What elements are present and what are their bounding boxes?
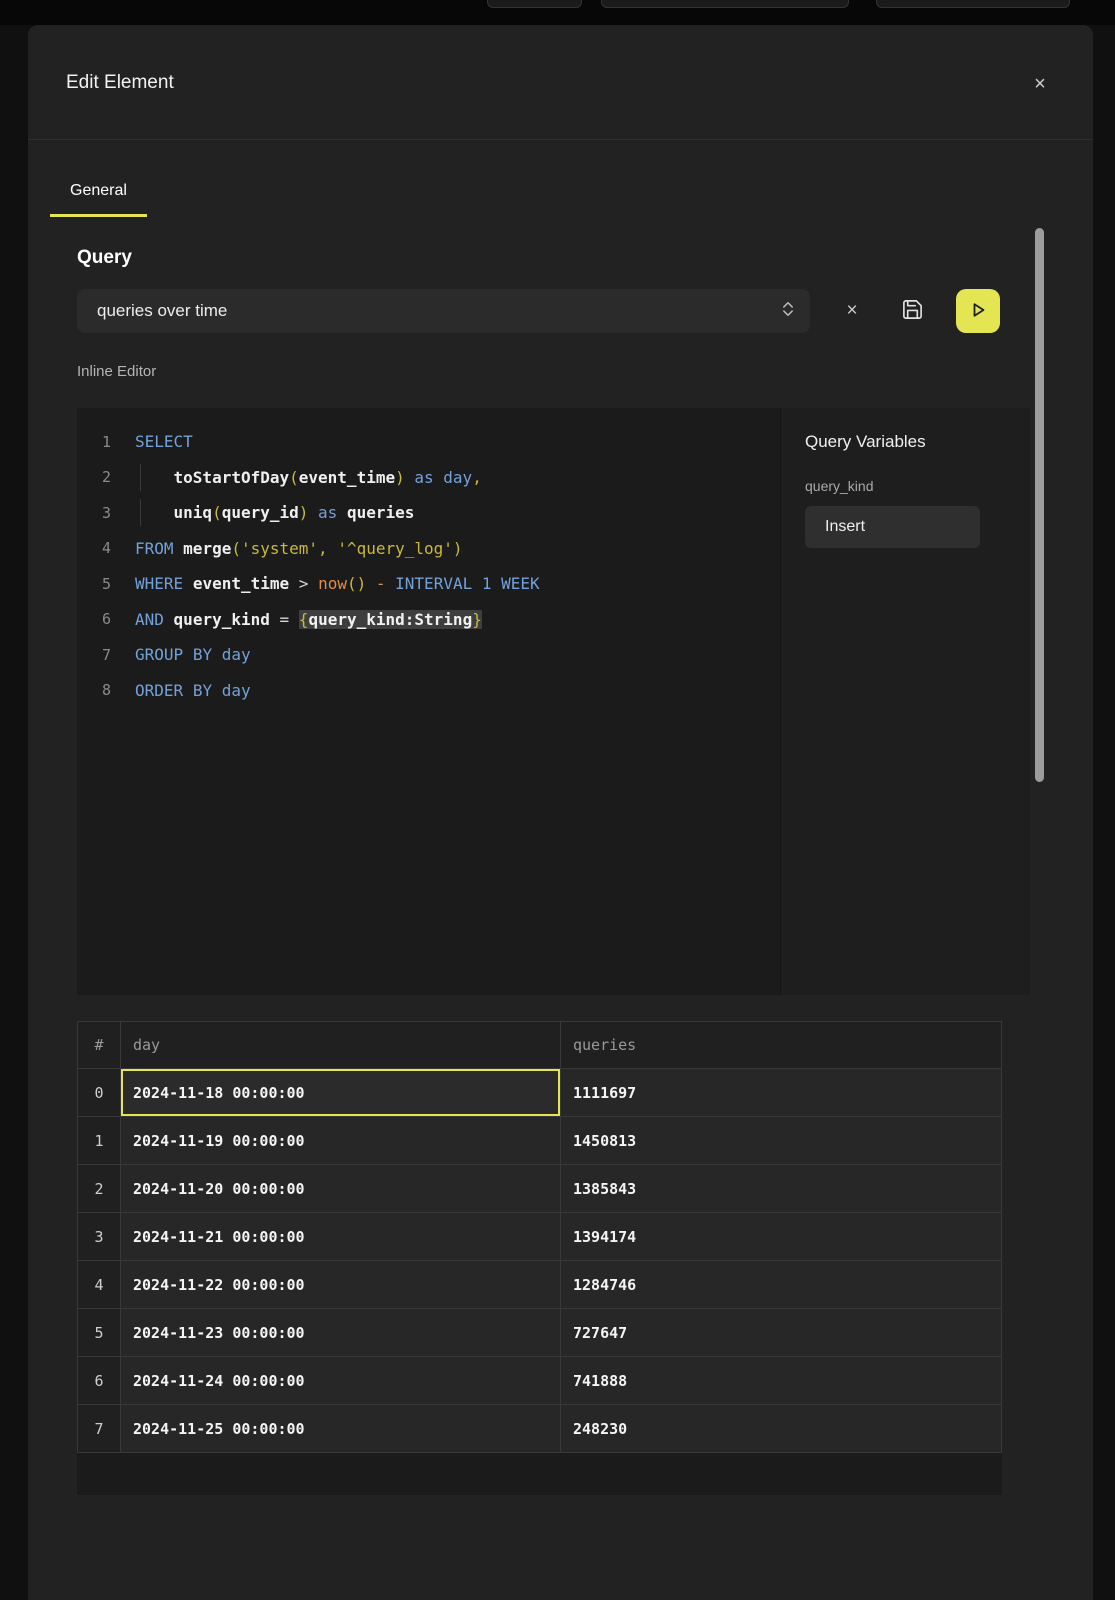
- line-number: 5: [77, 575, 111, 593]
- code-line[interactable]: 8 ORDER BY day: [77, 673, 780, 709]
- code-line-text: ORDER BY day: [135, 681, 251, 700]
- row-index: 1: [78, 1117, 121, 1165]
- row-index: 4: [78, 1261, 121, 1309]
- code-line-text: FROM merge('system', '^query_log'): [135, 539, 463, 558]
- column-header: day: [121, 1022, 561, 1069]
- day-cell[interactable]: 2024-11-19 00:00:00: [121, 1117, 561, 1165]
- results-header-row: #dayqueries: [78, 1022, 1002, 1069]
- code-line-text: uniq(query_id) as queries: [135, 503, 414, 522]
- close-button[interactable]: ×: [1025, 69, 1055, 99]
- day-cell[interactable]: 2024-11-22 00:00:00: [121, 1261, 561, 1309]
- background-topbar: [0, 0, 1115, 25]
- code-line[interactable]: 3 uniq(query_id) as queries: [77, 495, 780, 531]
- query-heading: Query: [77, 247, 1030, 269]
- run-query-button[interactable]: [956, 289, 1000, 333]
- save-icon: [901, 298, 924, 324]
- results-table: #dayqueries 02024-11-18 00:00:0011116971…: [77, 1021, 1002, 1453]
- row-index: 7: [78, 1405, 121, 1453]
- table-row: 22024-11-20 00:00:001385843: [78, 1165, 1002, 1213]
- table-row: 62024-11-24 00:00:00741888: [78, 1357, 1002, 1405]
- query-variables-heading: Query Variables: [805, 432, 1006, 452]
- modal-header: Edit Element ×: [28, 25, 1093, 140]
- line-number: 7: [77, 646, 111, 664]
- background-ui-fragment: [876, 0, 1070, 8]
- queries-cell[interactable]: 1385843: [561, 1165, 1002, 1213]
- line-number: 6: [77, 610, 111, 628]
- sql-editor-container: 1 SELECT 2 toStartOfDay(event_time) as day…: [77, 408, 1030, 995]
- modal-content: Query queries over time ×: [28, 217, 1093, 1495]
- save-query-button[interactable]: [894, 293, 930, 329]
- row-index: 0: [78, 1069, 121, 1117]
- day-cell[interactable]: 2024-11-24 00:00:00: [121, 1357, 561, 1405]
- row-index: 3: [78, 1213, 121, 1261]
- day-cell[interactable]: 2024-11-23 00:00:00: [121, 1309, 561, 1357]
- background-ui-fragment: [487, 0, 582, 8]
- code-line[interactable]: 1 SELECT: [77, 424, 780, 460]
- column-header: #: [78, 1022, 121, 1069]
- queries-cell[interactable]: 1284746: [561, 1261, 1002, 1309]
- query-variables-panel: Query Variables query_kind Insert: [780, 408, 1030, 995]
- variable-name-label: query_kind: [805, 478, 1006, 494]
- line-number: 3: [77, 504, 111, 522]
- query-select[interactable]: queries over time: [77, 289, 810, 333]
- row-index: 6: [78, 1357, 121, 1405]
- tab-bar: General: [50, 180, 1093, 217]
- query-controls-row: queries over time ×: [77, 289, 1030, 333]
- modal-title: Edit Element: [66, 72, 1055, 94]
- clear-query-button[interactable]: ×: [836, 300, 868, 322]
- day-cell[interactable]: 2024-11-21 00:00:00: [121, 1213, 561, 1261]
- day-cell[interactable]: 2024-11-18 00:00:00: [121, 1069, 561, 1117]
- insert-variable-button[interactable]: Insert: [805, 506, 980, 548]
- table-row: 52024-11-23 00:00:00727647: [78, 1309, 1002, 1357]
- line-number: 4: [77, 539, 111, 557]
- queries-cell[interactable]: 1394174: [561, 1213, 1002, 1261]
- row-index: 2: [78, 1165, 121, 1213]
- queries-cell[interactable]: 741888: [561, 1357, 1002, 1405]
- line-number: 1: [77, 433, 111, 451]
- query-select-value: queries over time: [97, 301, 778, 321]
- queries-cell[interactable]: 248230: [561, 1405, 1002, 1453]
- table-row: 12024-11-19 00:00:001450813: [78, 1117, 1002, 1165]
- queries-cell[interactable]: 1111697: [561, 1069, 1002, 1117]
- background-ui-fragment: [601, 0, 849, 8]
- code-line-text: GROUP BY day: [135, 645, 251, 664]
- line-number: 8: [77, 681, 111, 699]
- column-header: queries: [561, 1022, 1002, 1069]
- table-row: 02024-11-18 00:00:001111697: [78, 1069, 1002, 1117]
- line-number: 2: [77, 468, 111, 486]
- select-updown-icon: [778, 299, 798, 324]
- table-row: 42024-11-22 00:00:001284746: [78, 1261, 1002, 1309]
- day-cell[interactable]: 2024-11-25 00:00:00: [121, 1405, 561, 1453]
- sql-editor[interactable]: 1 SELECT 2 toStartOfDay(event_time) as day…: [77, 408, 780, 995]
- code-line-text: WHERE event_time > now() - INTERVAL 1 WE…: [135, 574, 540, 593]
- results-section: #dayqueries 02024-11-18 00:00:0011116971…: [77, 1021, 1030, 1495]
- results-footer-gap: [77, 1453, 1002, 1495]
- play-icon: [966, 298, 990, 325]
- inline-editor-label: Inline Editor: [77, 363, 1030, 380]
- code-line-text: toStartOfDay(event_time) as day,: [135, 468, 482, 487]
- edit-element-modal: Edit Element × General Query queries ove…: [28, 25, 1093, 1600]
- code-line-text: AND query_kind = {query_kind:String}: [135, 610, 482, 629]
- row-index: 5: [78, 1309, 121, 1357]
- code-line[interactable]: 6 AND query_kind = {query_kind:String}: [77, 602, 780, 638]
- code-line-text: SELECT: [135, 432, 193, 451]
- queries-cell[interactable]: 727647: [561, 1309, 1002, 1357]
- modal-scrollbar[interactable]: [1035, 228, 1044, 782]
- code-line[interactable]: 4 FROM merge('system', '^query_log'): [77, 531, 780, 567]
- table-row: 72024-11-25 00:00:00248230: [78, 1405, 1002, 1453]
- code-line[interactable]: 2 toStartOfDay(event_time) as day,: [77, 460, 780, 496]
- table-row: 32024-11-21 00:00:001394174: [78, 1213, 1002, 1261]
- queries-cell[interactable]: 1450813: [561, 1117, 1002, 1165]
- code-line[interactable]: 7 GROUP BY day: [77, 637, 780, 673]
- code-line[interactable]: 5 WHERE event_time > now() - INTERVAL 1 W…: [77, 566, 780, 602]
- tab-general[interactable]: General: [50, 180, 147, 217]
- day-cell[interactable]: 2024-11-20 00:00:00: [121, 1165, 561, 1213]
